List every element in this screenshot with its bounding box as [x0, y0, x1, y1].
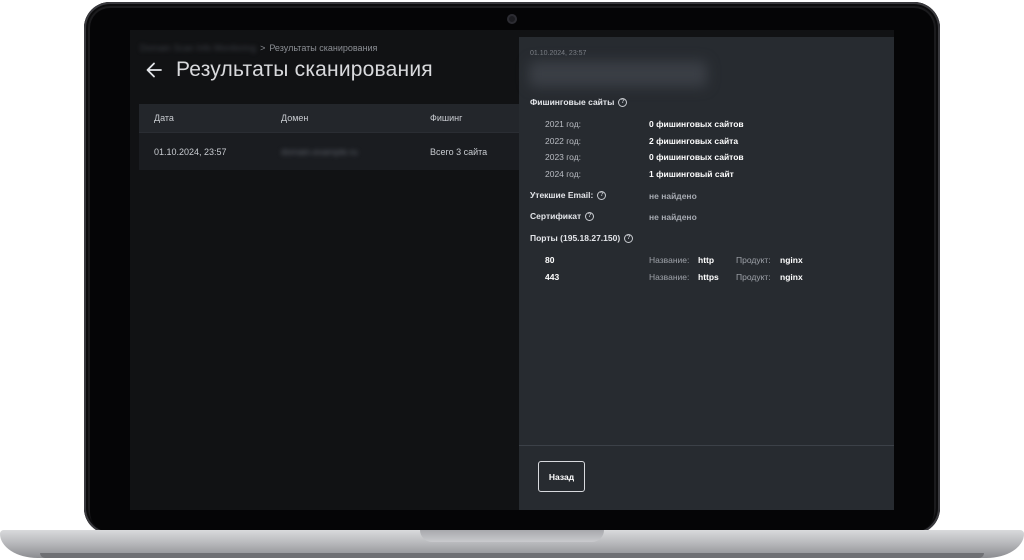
- port-row-80: 80 Название: http Продукт: nginx: [545, 255, 865, 265]
- year-value: 0 фишинговых сайтов: [649, 119, 744, 129]
- help-icon[interactable]: ?: [618, 97, 628, 107]
- column-header-date: Дата: [154, 113, 174, 123]
- screen: Domain Scan Info Monitoring > Результаты…: [130, 30, 894, 510]
- year-label: 2024 год:: [545, 169, 582, 179]
- page-title: Результаты сканирования: [176, 58, 433, 81]
- laptop-base-notch: [420, 530, 604, 542]
- phishing-sites-label-text: Фишинговые сайты: [530, 97, 615, 107]
- column-header-phishing: Фишинг: [430, 113, 463, 123]
- ports-label: Порты (195.18.27.150) ?: [530, 233, 634, 243]
- year-value: 2 фишинговых сайта: [649, 136, 739, 146]
- phishing-sites-label: Фишинговые сайты ?: [530, 97, 628, 107]
- ports-label-text: Порты (195.18.27.150): [530, 233, 621, 243]
- port-product-label: Продукт:: [736, 272, 771, 282]
- column-header-domain: Домен: [281, 113, 309, 123]
- certificate-value: не найдено: [649, 212, 697, 222]
- breadcrumb-parent[interactable]: Domain Scan Info Monitoring: [140, 43, 256, 53]
- port-product-label: Продукт:: [736, 255, 771, 265]
- port-product-value: nginx: [780, 255, 803, 265]
- details-panel: 01.10.2024, 23:57 Фишинговые сайты ? 202…: [519, 37, 894, 510]
- certificate-label-text: Сертификат: [530, 211, 582, 221]
- year-label: 2021 год:: [545, 119, 582, 129]
- panel-domain-redacted: [529, 61, 707, 87]
- back-button[interactable]: Назад: [538, 461, 585, 492]
- results-table: Дата Домен Фишинг 01.10.2024, 23:57 doma…: [139, 104, 519, 170]
- title-row: Результаты сканирования: [144, 58, 433, 82]
- cell-date: 01.10.2024, 23:57: [154, 146, 227, 157]
- year-value: 0 фишинговых сайтов: [649, 152, 744, 162]
- breadcrumb: Domain Scan Info Monitoring > Результаты…: [140, 43, 377, 53]
- port-product-value: nginx: [780, 272, 803, 282]
- year-row-2022: 2022 год: 2 фишинговых сайта: [545, 136, 845, 146]
- main-content: Domain Scan Info Monitoring > Результаты…: [130, 30, 519, 510]
- year-row-2024: 2024 год: 1 фишинговый сайт: [545, 169, 845, 179]
- year-label: 2022 год:: [545, 136, 582, 146]
- year-row-2021: 2021 год: 0 фишинговых сайтов: [545, 119, 845, 129]
- help-icon[interactable]: ?: [585, 211, 595, 221]
- laptop-base-bottom: [40, 553, 984, 558]
- port-number: 80: [545, 255, 555, 265]
- cell-phishing: Всего 3 сайта: [430, 146, 488, 157]
- leaked-email-label-text: Утекшие Email:: [530, 190, 594, 200]
- year-value: 1 фишинговый сайт: [649, 169, 734, 179]
- breadcrumb-separator: >: [260, 43, 266, 53]
- port-number: 443: [545, 272, 560, 282]
- port-name-value: http: [698, 255, 715, 265]
- table-header: Дата Домен Фишинг: [139, 104, 519, 132]
- help-icon[interactable]: ?: [597, 190, 607, 200]
- certificate-label: Сертификат ?: [530, 211, 595, 221]
- cell-domain: domain.example.ru: [281, 146, 358, 157]
- back-arrow-icon[interactable]: [144, 60, 164, 80]
- leaked-email-label: Утекшие Email: ?: [530, 190, 607, 200]
- help-icon[interactable]: ?: [624, 233, 634, 243]
- panel-divider: [519, 445, 894, 446]
- year-row-2023: 2023 год: 0 фишинговых сайтов: [545, 152, 845, 162]
- leaked-email-value: не найдено: [649, 191, 697, 201]
- port-name-value: https: [698, 272, 719, 282]
- port-name-label: Название:: [649, 272, 690, 282]
- table-row[interactable]: 01.10.2024, 23:57 domain.example.ru Всег…: [139, 132, 519, 170]
- camera-icon: [507, 14, 517, 24]
- port-name-label: Название:: [649, 255, 690, 265]
- port-row-443: 443 Название: https Продукт: nginx: [545, 272, 865, 282]
- panel-date: 01.10.2024, 23:57: [530, 50, 587, 57]
- breadcrumb-current: Результаты сканирования: [269, 43, 378, 53]
- year-label: 2023 год:: [545, 152, 582, 162]
